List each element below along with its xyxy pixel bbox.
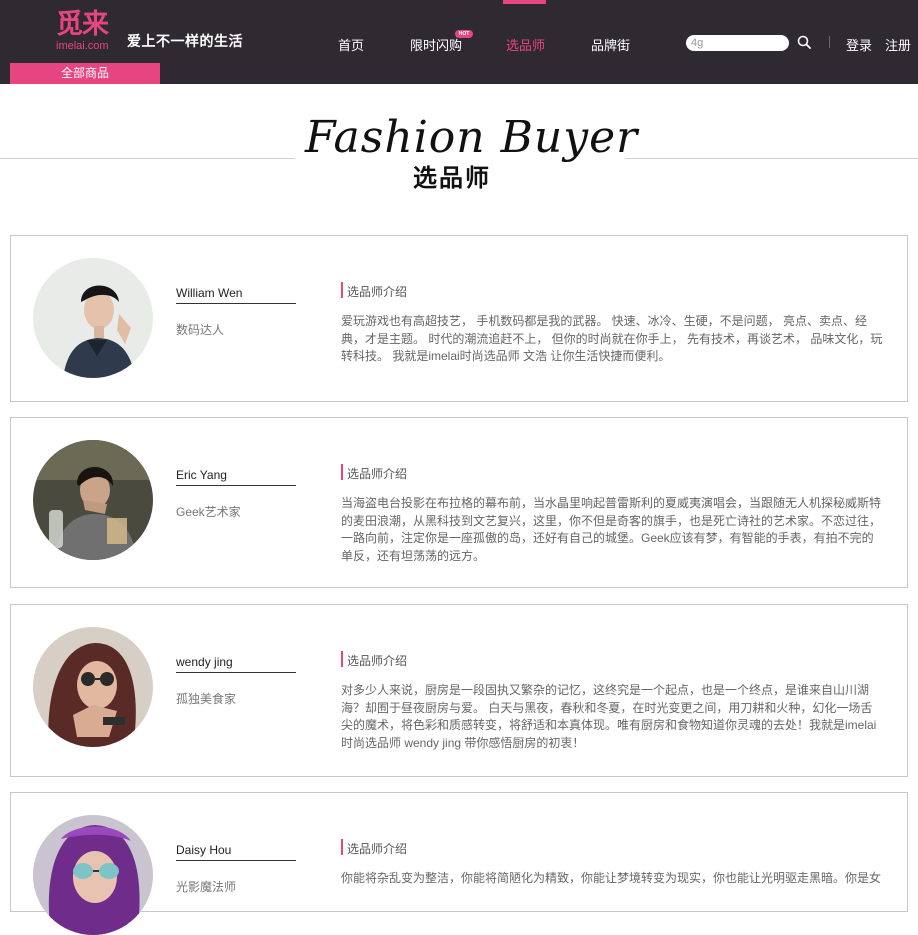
nav-buyer[interactable]: 选品师 <box>506 35 545 54</box>
buyer-avatar[interactable] <box>33 258 153 378</box>
buyer-card: wendy jing 孤独美食家 选品师介绍 对多少人来说，厨房是一段固执又繁杂… <box>10 604 908 777</box>
buyer-avatar[interactable] <box>33 440 153 560</box>
site-logo[interactable]: 觅来 imelai.com <box>54 9 124 53</box>
title-divider-right <box>625 158 918 159</box>
name-underline <box>176 485 296 486</box>
buyer-card: William Wen 数码达人 选品师介绍 爱玩游戏也有高超技艺， 手机数码都… <box>10 235 908 402</box>
name-underline <box>176 303 296 304</box>
top-header: 觅来 imelai.com 爱上不一样的生活 全部商品 首页 限时闪购 HOT … <box>0 0 918 84</box>
nav-brand-street[interactable]: 品牌街 <box>591 35 630 54</box>
intro-text: 对多少人来说，厨房是一段固执又繁杂的记忆，这终究是一个起点，也是一个终点，是谁来… <box>341 683 877 750</box>
intro-text: 你能将杂乱变为整洁，你能将简陋化为精致，你能让梦境转变为现实，你也能让光明驱走黑… <box>341 871 882 885</box>
header-divider <box>829 36 830 48</box>
buyer-role: 数码达人 <box>176 323 225 337</box>
intro-accent-bar <box>341 839 343 855</box>
logo-main-text: 觅来 <box>56 9 109 40</box>
intro-text: 当海盗电台投影在布拉格的幕布前，当水晶里响起普雷斯利的夏威夷演唱会，当跟随无人机… <box>341 496 882 563</box>
buyer-role: Geek艺术家 <box>176 505 241 519</box>
site-slogan: 爱上不一样的生活 <box>127 33 243 49</box>
nav-flash-sale[interactable]: 限时闪购 <box>410 35 462 54</box>
buyer-avatar[interactable] <box>33 815 153 935</box>
intro-title: 选品师介绍 <box>347 842 408 856</box>
search-input[interactable] <box>686 35 789 51</box>
intro-title: 选品师介绍 <box>347 654 408 668</box>
login-link[interactable]: 登录 <box>846 35 872 54</box>
buyer-role: 光影魔法师 <box>176 880 237 894</box>
buyer-role: 孤独美食家 <box>176 692 237 706</box>
page-title-en: Fashion Buyer <box>305 112 639 163</box>
buyer-name: wendy jing <box>176 655 233 669</box>
intro-text: 爱玩游戏也有高超技艺， 手机数码都是我的武器。 快速、冰冷、生硬，不是问题， 亮… <box>341 314 883 363</box>
name-underline <box>176 860 296 861</box>
buyer-card: Eric Yang Geek艺术家 选品师介绍 当海盗电台投影在布拉格的幕布前，… <box>10 417 908 588</box>
logo-domain-text: imelai.com <box>56 40 109 52</box>
nav-home[interactable]: 首页 <box>338 35 364 54</box>
search-icon[interactable] <box>797 35 811 49</box>
nav-active-indicator <box>503 0 546 4</box>
buyer-name: Eric Yang <box>176 468 227 482</box>
buyer-name: William Wen <box>176 286 243 300</box>
intro-title: 选品师介绍 <box>347 285 408 299</box>
name-underline <box>176 672 296 673</box>
intro-accent-bar <box>341 464 343 480</box>
page-title-cn: 选品师 <box>413 165 491 192</box>
buyer-card: Daisy Hou 光影魔法师 选品师介绍 你能将杂乱变为整洁，你能将简陋化为精… <box>10 792 908 935</box>
intro-title: 选品师介绍 <box>347 467 408 481</box>
register-link[interactable]: 注册 <box>885 35 911 54</box>
hot-badge: HOT <box>455 30 473 38</box>
buyer-name: Daisy Hou <box>176 843 232 857</box>
all-goods-button[interactable]: 全部商品 <box>10 63 160 84</box>
intro-accent-bar <box>341 651 343 667</box>
title-divider-left <box>0 158 295 159</box>
intro-accent-bar <box>341 282 343 298</box>
buyer-avatar[interactable] <box>33 627 153 747</box>
